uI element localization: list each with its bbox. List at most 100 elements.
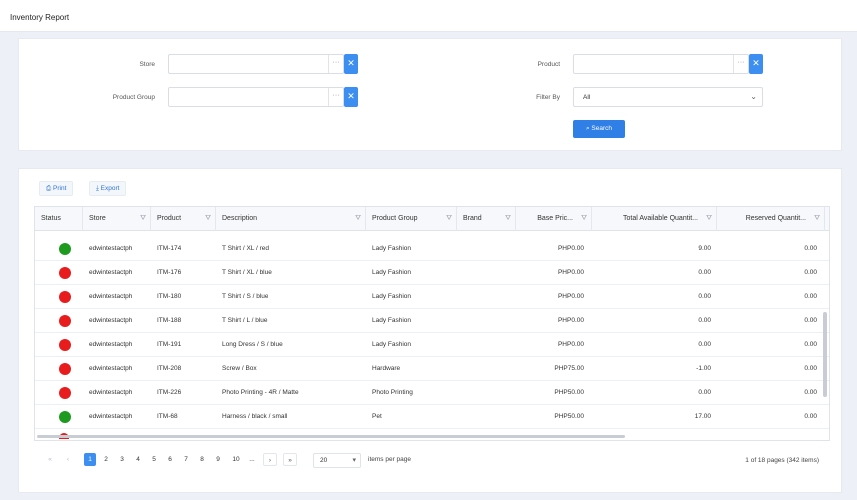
table-row[interactable]: edwintestactph ITM-191 Long Dress / S / …	[35, 333, 829, 357]
product-clear-button[interactable]: ✕	[749, 54, 763, 74]
page-7-button[interactable]: 7	[180, 453, 192, 466]
header-total-available-quantity[interactable]: Total Available Quantit... ⛛	[592, 207, 717, 231]
cell-available: 0.00	[698, 317, 711, 324]
title-bar: Inventory Report	[0, 0, 857, 32]
table-row[interactable]: edwintestactph ITM-208 Screw / Box Hardw…	[35, 357, 829, 381]
page-size-select[interactable]: 20 ▾	[313, 453, 361, 468]
filter-icon[interactable]: ⛛	[140, 207, 146, 231]
filter-icon[interactable]: ⛛	[205, 207, 211, 231]
filter-icon[interactable]: ⛛	[355, 207, 361, 231]
cell-product: ITM-180	[157, 293, 182, 300]
cell-reserved: 0.00	[804, 413, 817, 420]
cell-available: -1.00	[696, 365, 711, 372]
filter-icon[interactable]: ⛛	[446, 207, 452, 231]
cell-reserved: 0.00	[804, 317, 817, 324]
cell-product-group: Lady Fashion	[372, 269, 412, 276]
cell-available: 0.00	[698, 293, 711, 300]
horizontal-scrollbar[interactable]	[37, 435, 625, 438]
more-pages-button[interactable]: ...	[246, 453, 258, 466]
cell-description: T Shirt / S / blue	[222, 293, 269, 300]
product-browse-button[interactable]: ···	[733, 55, 748, 73]
store-label: Store	[139, 61, 155, 68]
filter-by-value: All	[583, 94, 591, 101]
status-indicator-3	[59, 315, 71, 327]
page-4-button[interactable]: 4	[132, 453, 144, 466]
cell-store: edwintestactph	[89, 389, 133, 396]
cell-base-price: PHP0.00	[557, 245, 584, 252]
cell-base-price: PHP50.00	[554, 413, 584, 420]
filter-icon[interactable]: ⛛	[706, 207, 712, 231]
table-row[interactable]: edwintestactph ITM-226 Photo Printing - …	[35, 381, 829, 405]
cell-base-price: PHP0.00	[557, 269, 584, 276]
page-size-value: 20	[320, 457, 328, 464]
cell-description: T Shirt / L / blue	[222, 317, 268, 324]
cell-product: ITM-208	[157, 365, 182, 372]
last-page-button[interactable]: »	[283, 453, 297, 466]
table-row[interactable]: edwintestactph ITM-174 T Shirt / XL / re…	[35, 237, 829, 261]
header-store[interactable]: Store ⛛	[83, 207, 151, 231]
grid-header: Status Store ⛛ Product ⛛ Description ⛛ Prod…	[35, 207, 829, 231]
cell-available: 0.00	[698, 269, 711, 276]
store-clear-button[interactable]: ✕	[344, 54, 358, 74]
product-label: Product	[537, 61, 560, 68]
product-group-label: Product Group	[112, 94, 155, 101]
table-row[interactable]: edwintestactph ITM-180 T Shirt / S / blu…	[35, 285, 829, 309]
header-reserved-quantity[interactable]: Reserved Quantit... ⛛	[717, 207, 825, 231]
filter-by-select[interactable]: All ⌄	[573, 87, 763, 107]
cell-product: ITM-191	[157, 341, 182, 348]
cell-product-group: Lady Fashion	[372, 245, 412, 252]
cell-description: Screw / Box	[222, 365, 257, 372]
export-button[interactable]: ⤓ Export	[89, 181, 127, 196]
header-status[interactable]: Status	[35, 207, 83, 231]
status-indicator-0	[59, 243, 71, 255]
first-page-button[interactable]: «	[44, 453, 56, 466]
page-2-button[interactable]: 2	[100, 453, 112, 466]
page-9-button[interactable]: 9	[212, 453, 224, 466]
inventory-grid: Status Store ⛛ Product ⛛ Description ⛛ Prod…	[34, 206, 830, 441]
results-panel: ⎙ Print ⤓ Export Status Store ⛛ Product ⛛ …	[18, 168, 842, 493]
product-group-browse-button[interactable]: ···	[328, 88, 343, 106]
filter-icon[interactable]: ⛛	[581, 207, 587, 231]
filter-panel: Store ··· ✕ Product Group ··· ✕ Product …	[18, 38, 842, 151]
status-indicator-4	[59, 339, 71, 351]
page-title: Inventory Report	[10, 13, 70, 22]
header-brand[interactable]: Brand ⛛	[457, 207, 516, 231]
product-group-field[interactable]: ···	[168, 87, 344, 107]
vertical-scrollbar[interactable]	[823, 312, 827, 397]
next-page-button[interactable]: ›	[263, 453, 277, 466]
cell-store: edwintestactph	[89, 245, 133, 252]
cell-product-group: Hardware	[372, 365, 401, 372]
header-base-price[interactable]: Base Pric... ⛛	[516, 207, 592, 231]
cell-product: ITM-174	[157, 245, 182, 252]
print-button[interactable]: ⎙ Print	[39, 181, 74, 196]
page-8-button[interactable]: 8	[196, 453, 208, 466]
header-description[interactable]: Description ⛛	[216, 207, 366, 231]
search-button[interactable]: ⌕ Search	[573, 120, 625, 138]
cell-available: 17.00	[694, 413, 711, 420]
store-browse-button[interactable]: ···	[328, 55, 343, 73]
product-field[interactable]: ···	[573, 54, 749, 74]
filter-icon[interactable]: ⛛	[505, 207, 511, 231]
cell-base-price: PHP50.00	[554, 389, 584, 396]
cell-product-group: Lady Fashion	[372, 293, 412, 300]
cell-available: 0.00	[698, 389, 711, 396]
store-field[interactable]: ···	[168, 54, 344, 74]
page-10-button[interactable]: 10	[228, 453, 244, 466]
page-3-button[interactable]: 3	[116, 453, 128, 466]
product-group-clear-button[interactable]: ✕	[344, 87, 358, 107]
cell-product-group: Photo Printing	[372, 389, 413, 396]
cell-base-price: PHP0.00	[557, 293, 584, 300]
status-indicator-1	[59, 267, 71, 279]
table-row[interactable]: edwintestactph ITM-176 T Shirt / XL / bl…	[35, 261, 829, 285]
filter-icon[interactable]: ⛛	[814, 207, 820, 231]
page-6-button[interactable]: 6	[164, 453, 176, 466]
header-product[interactable]: Product ⛛	[151, 207, 216, 231]
page-5-button[interactable]: 5	[148, 453, 160, 466]
page-1-button[interactable]: 1	[84, 453, 96, 466]
table-row[interactable]: edwintestactph ITM-68 Harness / black / …	[35, 405, 829, 429]
cell-description: T Shirt / XL / red	[222, 245, 269, 252]
header-product-group[interactable]: Product Group ⛛	[366, 207, 457, 231]
status-indicator-7	[59, 411, 71, 423]
previous-page-button[interactable]: ‹	[62, 453, 74, 466]
table-row[interactable]: edwintestactph ITM-188 T Shirt / L / blu…	[35, 309, 829, 333]
